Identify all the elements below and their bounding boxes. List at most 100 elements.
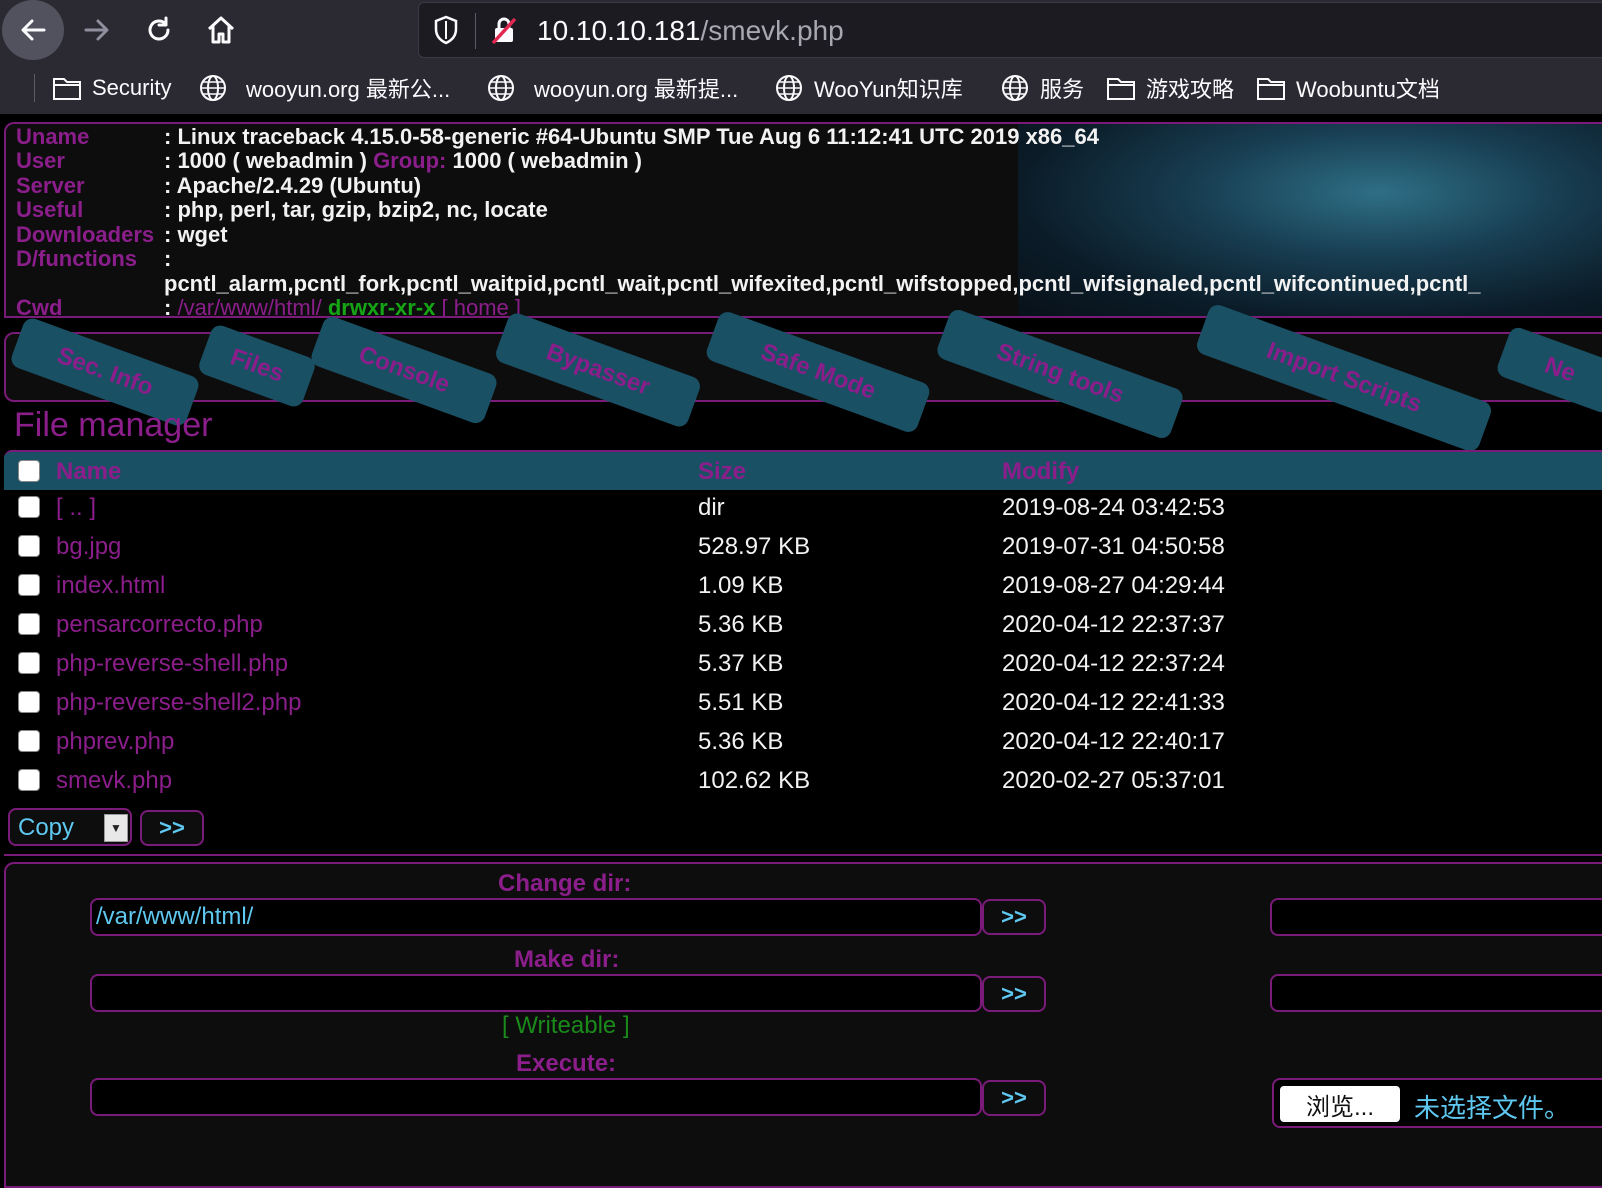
- tab-label: Files: [226, 343, 288, 388]
- back-button[interactable]: [2, 0, 64, 60]
- file-modified: 2020-04-12 22:41:33: [1002, 689, 1225, 716]
- file-name-link[interactable]: smevk.php: [56, 767, 172, 795]
- tab-label: String tools: [992, 338, 1128, 410]
- column-name[interactable]: Name: [56, 458, 121, 486]
- bookmark-label: wooyun.org 最新公...: [246, 77, 451, 102]
- divider: [4, 854, 1602, 856]
- file-name-link[interactable]: pensarcorrecto.php: [56, 611, 263, 639]
- reload-icon: [148, 16, 170, 41]
- row-checkbox[interactable]: [18, 496, 40, 518]
- file-action-select[interactable]: Copy ▼: [8, 808, 132, 846]
- tab-string-tools[interactable]: String tools: [934, 307, 1186, 441]
- file-modified: 2019-08-27 04:29:44: [1002, 572, 1225, 599]
- file-modified: 2020-02-27 05:37:01: [1002, 767, 1225, 794]
- tab-label: Console: [355, 340, 454, 399]
- column-size[interactable]: Size: [698, 458, 746, 486]
- info-value: : /var/www/html/ drwxr-xr-x [ home ]: [164, 295, 521, 318]
- reload-button[interactable]: [128, 0, 190, 60]
- execute-submit-button[interactable]: >>: [982, 1080, 1046, 1116]
- file-size: 5.51 KB: [698, 689, 784, 716]
- tab-label: Sec. Info: [53, 341, 157, 402]
- file-name-link[interactable]: php-reverse-shell.php: [56, 650, 288, 678]
- tab-label: Safe Mode: [757, 338, 880, 405]
- bookmark-game-guides[interactable]: 游戏攻略: [1106, 72, 1234, 104]
- file-name-link[interactable]: index.html: [56, 572, 165, 600]
- file-action-submit-button[interactable]: >>: [140, 810, 204, 846]
- row-checkbox[interactable]: [18, 574, 40, 596]
- bookmark-label: Woobuntu文档: [1296, 77, 1440, 102]
- right-input-2[interactable]: [1270, 974, 1602, 1012]
- info-label: D/functions: [16, 246, 137, 271]
- row-checkbox[interactable]: [18, 691, 40, 713]
- file-name-link[interactable]: bg.jpg: [56, 533, 121, 561]
- execute-input[interactable]: [90, 1078, 982, 1116]
- tab-console[interactable]: Console: [308, 314, 500, 426]
- folder-icon: [1107, 78, 1135, 100]
- insecure-lock-icon[interactable]: [489, 15, 519, 45]
- cwd-colon: :: [164, 295, 178, 318]
- tab-files[interactable]: Files: [196, 322, 318, 410]
- tab-import-scripts[interactable]: Import Scripts: [1194, 302, 1494, 454]
- make-dir-input[interactable]: [90, 974, 982, 1012]
- bookmark-label: wooyun.org 最新提...: [534, 77, 739, 102]
- arrow-left-icon: [21, 19, 46, 41]
- file-name-link[interactable]: php-reverse-shell2.php: [56, 689, 301, 717]
- info-dfunctions-list: pcntl_alarm,pcntl_fork,pcntl_waitpid,pcn…: [6, 271, 1602, 296]
- file-size: dir: [698, 494, 725, 521]
- bookmark-wooyun-2[interactable]: wooyun.org 最新提...: [486, 72, 738, 104]
- change-dir-submit-button[interactable]: >>: [982, 899, 1046, 935]
- cwd-home-link[interactable]: [ home ]: [435, 295, 521, 316]
- right-input-1[interactable]: [1270, 898, 1602, 936]
- bookmark-security[interactable]: Security: [52, 72, 171, 104]
- column-modify[interactable]: Modify: [1002, 458, 1079, 486]
- bookmarks-bar: Security wooyun.org 最新公... wooyun.org 最新…: [0, 62, 1602, 114]
- info-label: Downloaders: [16, 222, 155, 247]
- url-text[interactable]: 10.10.10.181/smevk.php: [537, 15, 844, 47]
- file-modified: 2019-07-31 04:50:58: [1002, 533, 1225, 560]
- folder-icon: [53, 78, 81, 100]
- row-checkbox[interactable]: [18, 769, 40, 791]
- row-checkbox[interactable]: [18, 730, 40, 752]
- tab-network[interactable]: Ne: [1494, 325, 1602, 415]
- execute-label: Execute:: [516, 1050, 617, 1077]
- info-value: pcntl_alarm,pcntl_fork,pcntl_waitpid,pcn…: [164, 271, 1481, 296]
- shield-icon[interactable]: [433, 15, 459, 45]
- info-value: : Apache/2.4.29 (Ubuntu): [164, 173, 422, 198]
- change-dir-input[interactable]: /var/www/html/: [90, 898, 982, 936]
- chevron-down-icon[interactable]: ▼: [104, 814, 128, 842]
- row-checkbox[interactable]: [18, 535, 40, 557]
- info-value: : php, perl, tar, gzip, bzip2, nc, locat…: [164, 197, 548, 222]
- bookmark-wooyun-kb[interactable]: WooYun知识库: [774, 72, 963, 104]
- row-checkbox[interactable]: [18, 652, 40, 674]
- server-info-panel: Uname : Linux traceback 4.15.0-58-generi…: [4, 122, 1602, 318]
- group-label: Group:: [373, 148, 447, 173]
- table-row: bg.jpg 528.97 KB 2019-07-31 04:50:58: [0, 529, 1602, 568]
- home-button[interactable]: [190, 0, 252, 60]
- globe-icon: [488, 75, 514, 101]
- forward-button[interactable]: [66, 0, 128, 60]
- bookmark-services[interactable]: 服务: [1000, 72, 1084, 104]
- arrow-right-icon: [84, 19, 109, 41]
- tab-label: Ne: [1541, 351, 1580, 388]
- tab-safe-mode[interactable]: Safe Mode: [703, 309, 933, 435]
- info-label: Useful: [16, 197, 84, 222]
- tab-bypasser[interactable]: Bypasser: [493, 310, 703, 430]
- file-modified: 2019-08-24 03:42:53: [1002, 494, 1225, 521]
- info-cwd: Cwd : /var/www/html/ drwxr-xr-x [ home ]: [6, 295, 1602, 318]
- select-value: Copy: [18, 814, 75, 841]
- url-path: /smevk.php: [700, 15, 844, 46]
- bookmark-woobuntu-docs[interactable]: Woobuntu文档: [1256, 72, 1440, 104]
- address-bar[interactable]: 10.10.10.181/smevk.php: [418, 2, 1602, 58]
- make-dir-submit-button[interactable]: >>: [982, 976, 1046, 1012]
- file-name-link[interactable]: [ .. ]: [56, 494, 96, 522]
- browse-button[interactable]: 浏览...: [1280, 1086, 1400, 1122]
- cwd-path-link[interactable]: /var/www/html/: [177, 295, 321, 316]
- bookmark-wooyun-1[interactable]: wooyun.org 最新公...: [198, 72, 450, 104]
- info-value: : wget: [164, 222, 228, 247]
- row-checkbox[interactable]: [18, 613, 40, 635]
- file-size: 5.36 KB: [698, 728, 784, 755]
- select-all-checkbox[interactable]: [18, 460, 40, 482]
- info-label: User: [16, 148, 65, 173]
- globe-icon: [776, 75, 802, 101]
- file-name-link[interactable]: phprev.php: [56, 728, 174, 756]
